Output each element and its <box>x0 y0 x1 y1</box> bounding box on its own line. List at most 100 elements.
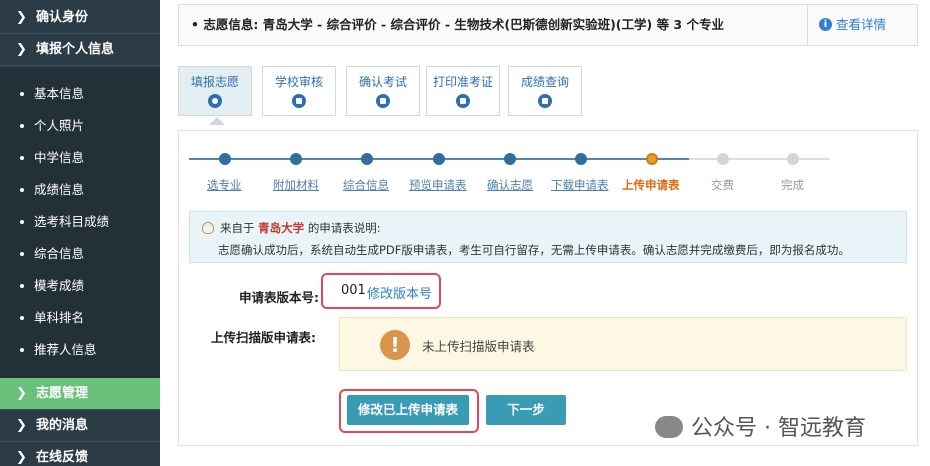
notice-text: • 志愿信息: 青岛大学 - 综合评价 - 综合评价 - 生物技术(巴斯德创新实… <box>191 17 724 32</box>
bullet-icon <box>20 155 24 160</box>
step-download-form[interactable]: 下载申请表 <box>551 177 609 193</box>
tab-label: 填报志愿 <box>190 75 239 89</box>
step-dot <box>290 153 302 165</box>
sidebar-sub-item-elective-scores[interactable]: 选考科目成绩 <box>0 206 160 238</box>
modify-version-link[interactable]: 修改版本号 <box>367 283 432 302</box>
sidebar-item-volunteer-management[interactable]: ❯ 志愿管理 <box>0 378 160 410</box>
tab-print-admission[interactable]: 打印准考证 <box>426 66 500 116</box>
tab-school-review[interactable]: 学校审核 <box>262 66 336 116</box>
sidebar-item-label: 个人照片 <box>34 118 85 133</box>
sidebar-item-label: 中学信息 <box>34 150 85 165</box>
bullet-icon <box>20 251 24 256</box>
explanation-body: 志愿确认成功后，系统自动生成PDF版申请表，考生可自行留存，无需上传申请表。确认… <box>218 243 850 257</box>
sidebar-item-label: 推荐人信息 <box>34 342 97 357</box>
explanation-heading: 来自于 青岛大学 的申请表说明: <box>202 220 381 236</box>
sidebar-sub-item-basic-info[interactable]: 基本信息 <box>0 78 160 110</box>
step-comprehensive-info[interactable]: 综合信息 <box>343 177 389 193</box>
sidebar-item-confirm-identity[interactable]: ❯ 确认身份 <box>0 2 160 34</box>
step-dot <box>575 153 587 165</box>
main-panel: 选专业 附加材料 综合信息 预览申请表 确认志愿 下载申请表 上传申请表 交费 … <box>178 130 918 446</box>
step-dot <box>361 153 373 165</box>
sidebar-item-label: 确认身份 <box>36 10 89 25</box>
lock-icon <box>538 94 552 108</box>
chevron-right-icon: ❯ <box>16 418 27 433</box>
next-step-button[interactable]: 下一步 <box>486 395 566 425</box>
chevron-right-icon: ❯ <box>16 450 27 465</box>
step-payment: 交费 <box>711 178 734 192</box>
step-dot <box>504 153 516 165</box>
school-name: 青岛大学 <box>258 221 305 235</box>
view-details-label: 查看详情 <box>836 17 887 32</box>
bullet-icon <box>20 187 24 192</box>
wechat-icon <box>655 416 683 438</box>
volunteer-notice: • 志愿信息: 青岛大学 - 综合评价 - 综合评价 - 生物技术(巴斯德创新实… <box>178 4 918 46</box>
sidebar-sub-item-mock-scores[interactable]: 模考成绩 <box>0 270 160 302</box>
step-confirm-volunteer[interactable]: 确认志愿 <box>487 177 533 193</box>
lock-icon <box>456 94 470 108</box>
chevron-right-icon: ❯ <box>16 10 27 25</box>
sidebar-sub-item-referrer[interactable]: 推荐人信息 <box>0 334 160 366</box>
step-dot <box>717 153 729 165</box>
chevron-right-icon: ❯ <box>16 42 27 57</box>
bullet-icon <box>20 91 24 96</box>
step-preview-form[interactable]: 预览申请表 <box>409 177 467 193</box>
sidebar-item-feedback[interactable]: ❯ 在线反馈 <box>0 442 160 466</box>
tab-label: 学校审核 <box>274 75 323 89</box>
tab-pointer <box>209 117 225 125</box>
step-upload-form: 上传申请表 <box>622 178 680 192</box>
page: ❯ 确认身份 ❯ 填报个人信息 基本信息 个人照片 中学信息 成绩信息 选考科目成绩… <box>0 0 930 466</box>
tab-confirm-exam[interactable]: 确认考试 <box>346 66 420 116</box>
sidebar-item-label: 基本信息 <box>34 86 85 101</box>
step-dot <box>787 153 799 165</box>
play-icon <box>208 94 222 108</box>
step-dot <box>433 153 445 165</box>
explanation-prefix: 来自于 <box>220 221 255 235</box>
progress-line-todo <box>689 158 829 160</box>
sidebar-sub-item-ranking[interactable]: 单科排名 <box>0 302 160 334</box>
sidebar-item-label: 成绩信息 <box>34 182 85 197</box>
chevron-right-icon: ❯ <box>16 386 27 401</box>
exclamation-icon: ! <box>380 330 410 360</box>
bullet-icon <box>20 123 24 128</box>
bullet-icon <box>20 219 24 224</box>
explanation-suffix: 的申请表说明: <box>307 221 381 235</box>
sidebar-item-label: 在线反馈 <box>36 450 89 465</box>
view-details-link[interactable]: i 查看详情 <box>819 5 886 45</box>
sidebar-item-label: 志愿管理 <box>36 386 89 401</box>
step-attachments[interactable]: 附加材料 <box>273 177 319 193</box>
notice-content: 志愿信息: 青岛大学 - 综合评价 - 综合评价 - 生物技术(巴斯德创新实验班… <box>203 17 724 32</box>
step-complete: 完成 <box>781 178 804 192</box>
sidebar-sub-item-comprehensive[interactable]: 综合信息 <box>0 238 160 270</box>
bullet-icon <box>20 283 24 288</box>
sidebar-sub-item-school-info[interactable]: 中学信息 <box>0 142 160 174</box>
step-select-major[interactable]: 选专业 <box>207 177 242 193</box>
version-value: 001 <box>341 283 366 298</box>
divider <box>807 5 808 45</box>
upload-status-text: 未上传扫描版申请表 <box>422 339 535 354</box>
progress-steps: 选专业 附加材料 综合信息 预览申请表 确认志愿 下载申请表 上传申请表 交费 … <box>189 149 829 199</box>
upload-label: 上传扫描版申请表: <box>211 330 316 345</box>
lock-icon <box>376 94 390 108</box>
watermark-text: 公众号 · 智远教育 <box>691 416 866 441</box>
sidebar-item-messages[interactable]: ❯ 我的消息 <box>0 410 160 442</box>
sidebar-item-fill-info[interactable]: ❯ 填报个人信息 <box>0 34 160 66</box>
sidebar-item-label: 单科排名 <box>34 310 85 325</box>
form-explanation: 来自于 青岛大学 的申请表说明: 志愿确认成功后，系统自动生成PDF版申请表，考… <box>189 211 907 263</box>
upload-status-box: ! 未上传扫描版申请表 <box>339 317 907 371</box>
sidebar-item-label: 我的消息 <box>36 418 89 433</box>
tab-fill-volunteer[interactable]: 填报志愿 <box>178 66 252 125</box>
lightbulb-icon <box>202 221 214 234</box>
sidebar-item-label: 填报个人信息 <box>36 42 115 57</box>
modify-uploaded-form-button[interactable]: 修改已上传申请表 <box>347 395 469 425</box>
version-label: 申请表版本号: <box>239 290 319 305</box>
sidebar-sub-item-scores[interactable]: 成绩信息 <box>0 174 160 206</box>
sidebar-item-label: 模考成绩 <box>34 278 85 293</box>
sidebar-sub-item-photo[interactable]: 个人照片 <box>0 110 160 142</box>
tab-score-query[interactable]: 成绩查询 <box>508 66 582 116</box>
sidebar: ❯ 确认身份 ❯ 填报个人信息 基本信息 个人照片 中学信息 成绩信息 选考科目成绩… <box>0 0 160 466</box>
info-icon: i <box>819 18 832 31</box>
tab-label: 确认考试 <box>358 75 407 89</box>
watermark: 公众号 · 智远教育 <box>655 410 866 442</box>
step-dot <box>219 153 231 165</box>
step-dot-current <box>646 153 658 165</box>
